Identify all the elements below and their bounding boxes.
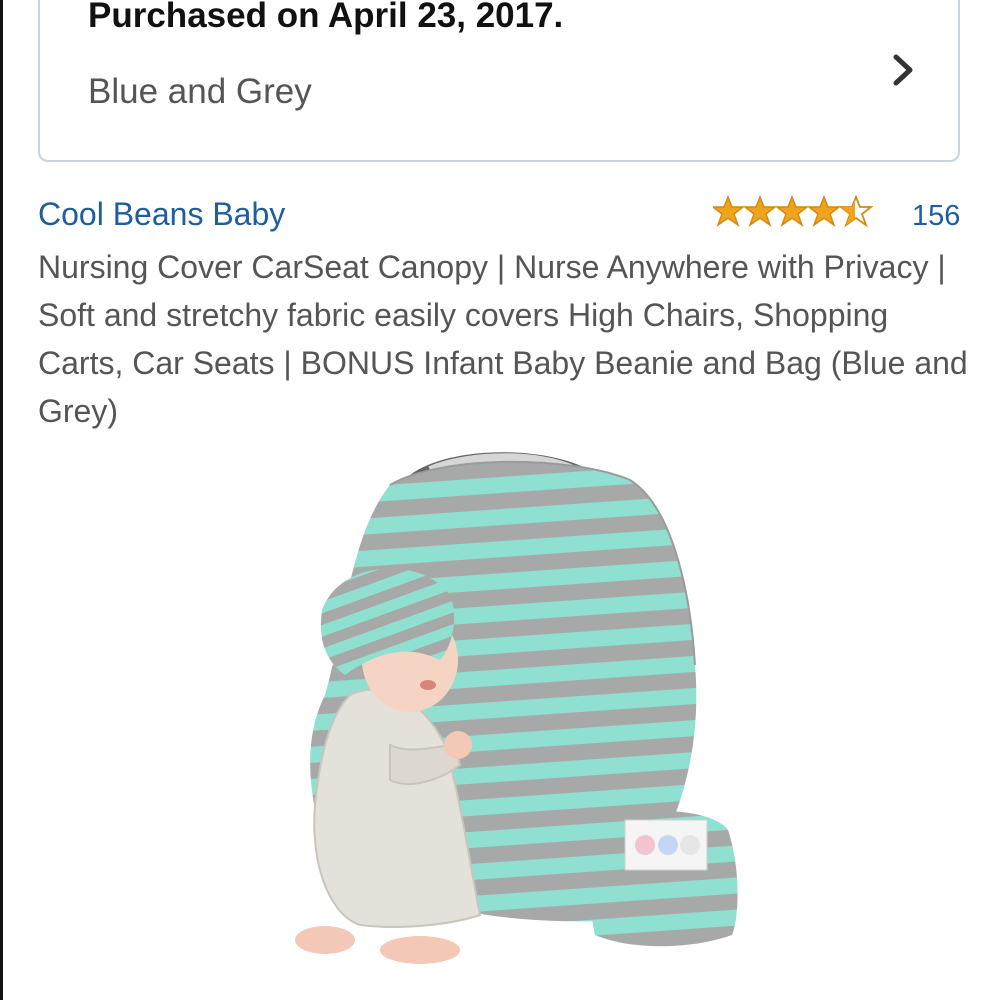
rating-count-link[interactable]: 156	[912, 200, 960, 233]
left-edge-rule	[0, 0, 3, 1000]
star-icon	[742, 195, 778, 227]
product-image[interactable]	[270, 445, 750, 985]
brand-link[interactable]: Cool Beans Baby	[38, 196, 285, 233]
star-icon	[713, 195, 746, 227]
star-rating[interactable]	[713, 195, 873, 229]
chevron-right-icon[interactable]	[890, 52, 918, 88]
product-title[interactable]: Nursing Cover CarSeat Canopy | Nurse Any…	[38, 243, 973, 435]
purchase-date-title: Purchased on April 23, 2017.	[88, 0, 564, 35]
half-star-icon	[838, 195, 873, 228]
purchase-info-card[interactable]: Purchased on April 23, 2017. Blue and Gr…	[38, 0, 960, 162]
star-icon	[774, 195, 810, 227]
purchase-variant-label: Blue and Grey	[88, 72, 312, 111]
star-icon	[806, 195, 842, 227]
